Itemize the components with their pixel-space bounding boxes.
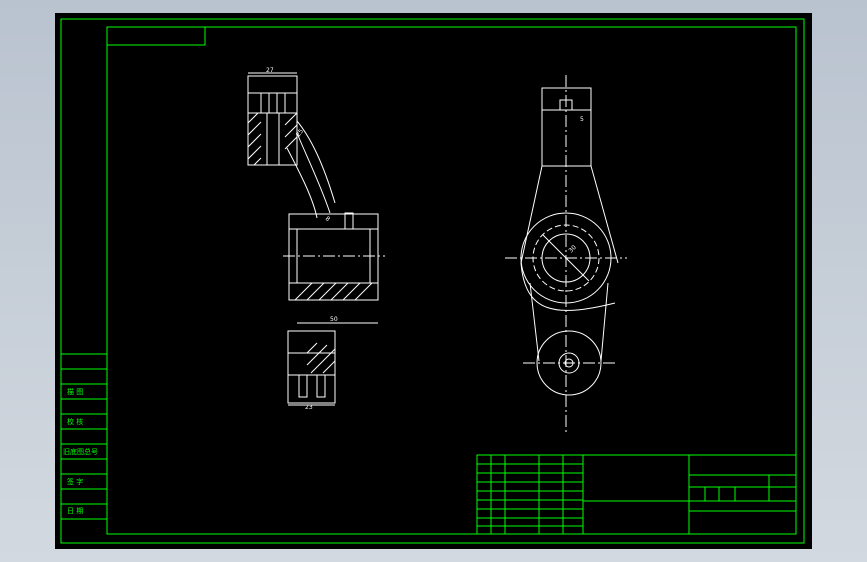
side-section-view: 27 25 8 50 23	[247, 67, 385, 411]
code-box	[106, 26, 206, 46]
main-title-block	[476, 454, 797, 535]
date-label: 日 期	[67, 507, 83, 515]
dim-slot-diameter: 8	[324, 215, 332, 223]
check-label: 校 核	[67, 417, 83, 426]
draw-label: 描 图	[67, 387, 83, 396]
outer-border	[60, 18, 805, 544]
side-title-block: 描 图 校 核 旧底图总号 签 字 日 期	[61, 353, 107, 520]
drawing-canvas: 描 图 校 核 旧底图总号 签 字 日 期 27 25 8 50 23 5 30	[60, 18, 805, 544]
front-view: 5 30	[505, 75, 627, 433]
dim-pin: 5	[580, 116, 584, 123]
dim-bore-diameter: 30	[567, 244, 577, 254]
cad-drawing-sheet: 描 图 校 核 旧底图总号 签 字 日 期 27 25 8 50 23 5 30	[55, 13, 812, 549]
inner-border	[106, 26, 797, 535]
dim-length-50: 50	[330, 316, 338, 323]
dim-top-width: 27	[266, 67, 274, 74]
dim-bottom-width: 23	[305, 404, 313, 411]
old-drawing-no-label: 旧底图总号	[63, 447, 98, 456]
sign-label: 签 字	[67, 477, 83, 486]
